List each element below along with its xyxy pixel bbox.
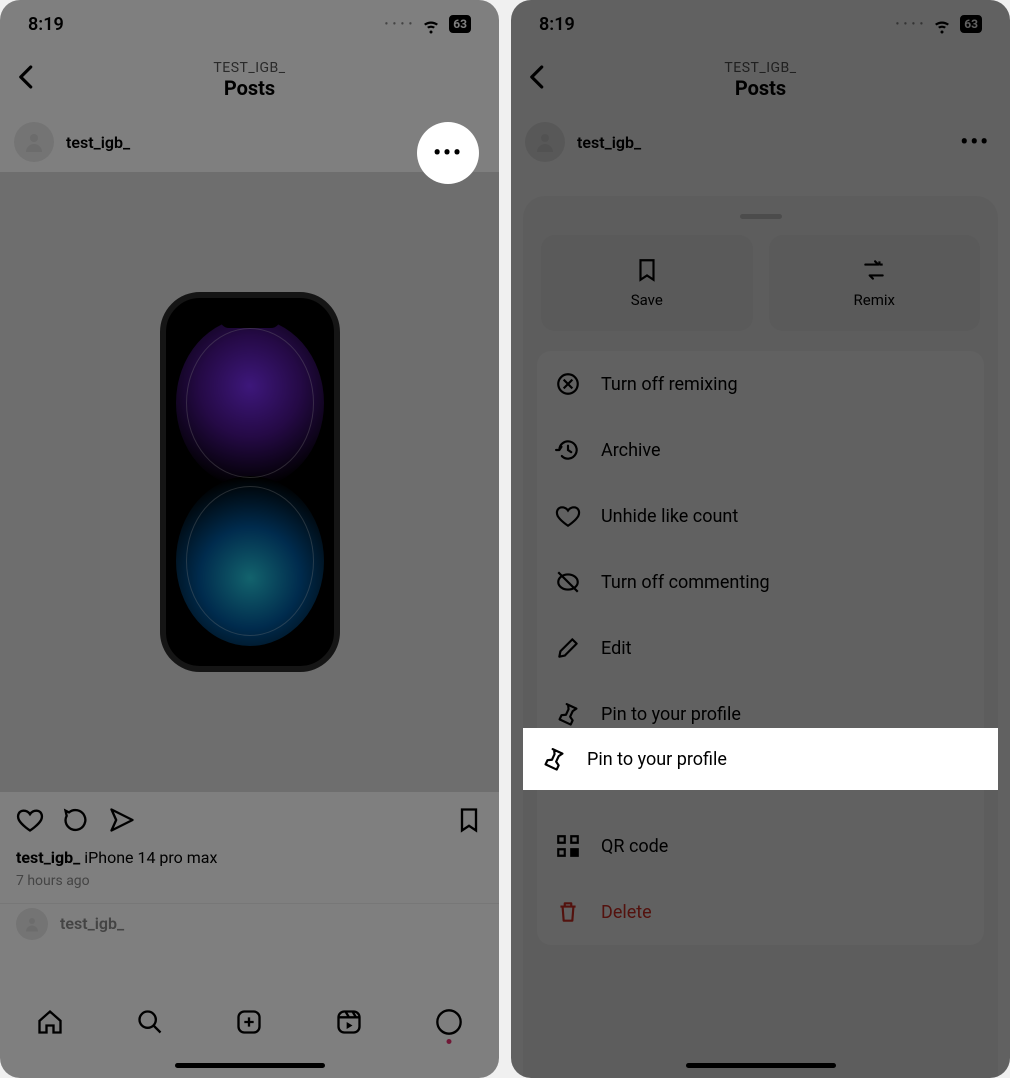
post-username[interactable]: test_igb_: [577, 133, 641, 152]
sheet-item-label: Archive: [601, 440, 661, 461]
page-header: TEST_IGB_ Posts: [0, 48, 499, 112]
next-post-peek: test_igb_: [0, 903, 499, 943]
circle-x-icon: [555, 371, 581, 397]
chevron-left-icon: [523, 62, 553, 92]
wifi-icon: [930, 12, 954, 36]
status-time: 8:19: [28, 14, 64, 35]
sheet-item-label: Turn off commenting: [601, 572, 770, 593]
tab-bar: [0, 994, 499, 1078]
sheet-save-card[interactable]: Save: [541, 235, 753, 331]
post-actions: [0, 792, 499, 848]
status-time: 8:19: [539, 14, 575, 35]
share-button[interactable]: [108, 806, 136, 834]
user-icon: [533, 130, 557, 154]
sheet-item-label: Unhide like count: [601, 506, 738, 527]
header-title: Posts: [213, 76, 285, 100]
battery-indicator: 63: [960, 15, 982, 33]
qr-icon: [555, 833, 581, 859]
highlight-pin-label: Pin to your profile: [587, 749, 727, 770]
header-context: TEST_IGB_: [213, 60, 285, 76]
sheet-list: Turn off remixing Archive Unhide like co…: [537, 351, 984, 945]
bookmark-icon: [455, 806, 483, 834]
sheet-item-label: Pin to your profile: [601, 704, 741, 725]
battery-indicator: 63: [449, 15, 471, 33]
history-icon: [555, 437, 581, 463]
home-indicator: [175, 1063, 325, 1068]
highlight-pin-row[interactable]: Pin to your profile: [523, 728, 998, 790]
post-time: 7 hours ago: [0, 867, 499, 903]
avatar[interactable]: [525, 122, 565, 162]
trash-icon: [555, 899, 581, 925]
profile-circle-icon: [435, 1008, 463, 1036]
plus-square-icon: [235, 1008, 263, 1036]
sheet-item-label: Turn off remixing: [601, 374, 738, 395]
save-button[interactable]: [455, 806, 483, 834]
tab-reels[interactable]: [335, 1008, 363, 1036]
reels-icon: [335, 1008, 363, 1036]
sheet-remix-label: Remix: [854, 291, 895, 309]
iphone-illustration: [160, 292, 340, 672]
caption-username[interactable]: test_igb_: [16, 848, 80, 867]
back-button[interactable]: [12, 62, 42, 92]
heart-icon: [16, 806, 44, 834]
caption-text: iPhone 14 pro max: [84, 848, 217, 867]
post-username[interactable]: test_igb_: [66, 133, 130, 152]
screenshot-right: 8:19 • • • • 63 TEST_IGB_ Posts test_igb…: [511, 0, 1010, 1078]
post-author-row: test_igb_ •••: [511, 112, 1010, 172]
comment-button[interactable]: [62, 806, 90, 834]
tab-create[interactable]: [235, 1008, 263, 1036]
avatar[interactable]: [16, 908, 48, 940]
home-indicator: [686, 1063, 836, 1068]
post-image[interactable]: [0, 172, 499, 792]
bookmark-icon: [634, 257, 660, 283]
peek-username: test_igb_: [60, 914, 124, 933]
sheet-save-label: Save: [631, 291, 663, 309]
sheet-remix-card[interactable]: Remix: [769, 235, 981, 331]
home-icon: [36, 1008, 64, 1036]
send-icon: [108, 806, 136, 834]
header-title: Posts: [724, 76, 796, 100]
like-button[interactable]: [16, 806, 44, 834]
action-sheet: Save Remix Turn off remixing Archive Unh…: [523, 196, 998, 1078]
sheet-item-label: Delete: [601, 902, 652, 923]
sheet-item-label: QR code: [601, 836, 668, 857]
sheet-item-unhide[interactable]: Unhide like count: [537, 483, 984, 549]
cellular-dots-icon: • • • •: [385, 19, 414, 30]
tab-profile[interactable]: [435, 1008, 463, 1036]
status-bar: 8:19 • • • • 63: [0, 0, 499, 48]
sheet-item-label: Edit: [601, 638, 631, 659]
pin-icon: [555, 701, 581, 727]
sheet-item-remixing[interactable]: Turn off remixing: [537, 351, 984, 417]
comment-off-icon: [555, 569, 581, 595]
tab-home[interactable]: [36, 1008, 64, 1036]
sheet-item-archive[interactable]: Archive: [537, 417, 984, 483]
sheet-item-qr[interactable]: QR code: [537, 813, 984, 879]
sheet-grabber[interactable]: [740, 214, 782, 219]
sheet-item-delete[interactable]: Delete: [537, 879, 984, 945]
wifi-icon: [419, 12, 443, 36]
post-more-button[interactable]: •••: [954, 130, 996, 155]
header-context: TEST_IGB_: [724, 60, 796, 76]
sheet-item-commenting[interactable]: Turn off commenting: [537, 549, 984, 615]
cellular-dots-icon: • • • •: [896, 19, 925, 30]
status-bar: 8:19 • • • • 63: [511, 0, 1010, 48]
user-icon: [23, 915, 41, 933]
user-icon: [22, 130, 46, 154]
pencil-icon: [555, 635, 581, 661]
pin-icon: [541, 746, 567, 772]
comment-icon: [62, 806, 90, 834]
search-icon: [136, 1008, 164, 1036]
tab-search[interactable]: [136, 1008, 164, 1036]
screenshot-left: 8:19 • • • • 63 TEST_IGB_ Posts test_igb…: [0, 0, 499, 1078]
avatar[interactable]: [14, 122, 54, 162]
highlight-more-button[interactable]: •••: [417, 122, 479, 184]
heart-icon: [555, 503, 581, 529]
back-button[interactable]: [523, 62, 553, 92]
remix-icon: [861, 257, 887, 283]
chevron-left-icon: [12, 62, 42, 92]
post-caption: test_igb_ iPhone 14 pro max: [0, 848, 499, 867]
sheet-item-edit[interactable]: Edit: [537, 615, 984, 681]
page-header: TEST_IGB_ Posts: [511, 48, 1010, 112]
